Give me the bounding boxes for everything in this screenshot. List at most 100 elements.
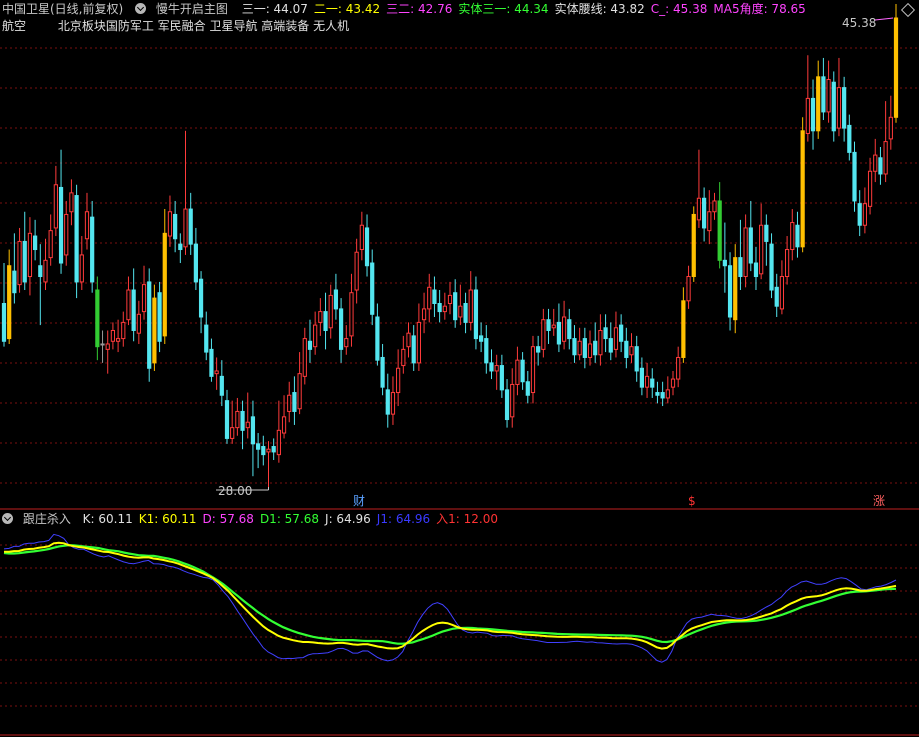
candle-body bbox=[364, 227, 370, 267]
candle-body bbox=[307, 340, 313, 350]
candle-body bbox=[779, 276, 785, 310]
candle-body bbox=[598, 329, 603, 356]
candle-body bbox=[22, 240, 27, 283]
candle-body bbox=[639, 367, 644, 388]
candle-body bbox=[847, 124, 852, 153]
candle-body bbox=[826, 79, 831, 113]
sub-indicator-value-0: K: 60.11 bbox=[82, 512, 133, 526]
candle-body bbox=[587, 343, 593, 358]
candle-body bbox=[831, 81, 836, 132]
price-high-label: 45.38 bbox=[842, 16, 877, 30]
candle-body bbox=[759, 224, 764, 275]
candle-body bbox=[406, 332, 411, 348]
candle-body bbox=[349, 292, 354, 337]
candle-body bbox=[69, 192, 74, 213]
sub-indicator-value-6: 入1: 12.00 bbox=[436, 512, 499, 526]
candle-body bbox=[302, 338, 307, 377]
candle-body bbox=[328, 294, 333, 329]
candle-body bbox=[836, 87, 842, 129]
candle-body bbox=[100, 343, 105, 346]
candle-body bbox=[722, 259, 727, 267]
candle-body bbox=[577, 340, 582, 356]
candle-body bbox=[33, 235, 38, 251]
candle-body bbox=[370, 262, 375, 315]
candle-body bbox=[53, 184, 58, 229]
candle-body bbox=[90, 216, 95, 283]
candle-body bbox=[784, 249, 790, 278]
indicator-value-3: 实体三一: 44.34 bbox=[458, 2, 549, 16]
candle-body bbox=[660, 392, 665, 399]
candle-body bbox=[167, 211, 173, 237]
candle-body bbox=[629, 346, 634, 356]
candle-body bbox=[468, 289, 473, 323]
candle-body bbox=[48, 230, 53, 259]
candle-body bbox=[743, 227, 748, 278]
candle-body bbox=[183, 208, 188, 248]
dropdown-arrow-icon[interactable] bbox=[2, 513, 13, 524]
candle-body bbox=[323, 311, 328, 331]
candle-body bbox=[893, 17, 899, 118]
candle-body bbox=[141, 284, 147, 313]
price-low-label: 28.00 bbox=[218, 484, 253, 498]
candle-body bbox=[458, 305, 463, 318]
dollar-marker[interactable]: $ bbox=[688, 494, 696, 509]
candle-body bbox=[136, 313, 141, 334]
concept-tags: 北京板块国防军工 军民融合 卫星导航 高端装备 无人机 bbox=[57, 19, 350, 33]
candle-body bbox=[790, 222, 795, 251]
candle-body bbox=[842, 87, 847, 129]
candle-body bbox=[551, 324, 556, 329]
candle-body bbox=[188, 208, 193, 245]
candle-body bbox=[546, 319, 551, 331]
candle-body bbox=[390, 392, 396, 415]
candle-body bbox=[271, 446, 276, 453]
candle-body bbox=[17, 240, 22, 286]
candle-body bbox=[681, 300, 686, 358]
candle-body bbox=[292, 392, 297, 412]
candle-body bbox=[619, 324, 624, 342]
candle-body bbox=[691, 213, 696, 278]
candle-body bbox=[437, 303, 442, 313]
candle-body bbox=[567, 319, 572, 340]
dropdown-arrow-icon[interactable] bbox=[135, 3, 147, 14]
candle-body bbox=[473, 289, 479, 340]
candle-body bbox=[624, 340, 629, 358]
sub-indicator-value-5: J1: 64.96 bbox=[376, 512, 431, 526]
candle-body bbox=[484, 338, 489, 364]
candle-body bbox=[281, 416, 287, 434]
candle-body bbox=[816, 76, 821, 132]
finance-marker[interactable]: 财 bbox=[353, 494, 365, 509]
candle-body bbox=[676, 356, 681, 380]
rise-marker[interactable]: 涨 bbox=[873, 494, 885, 509]
sub-indicator-values: K: 60.11 K1: 60.11 D: 57.68 D1: 57.68 J: 64.… bbox=[83, 512, 504, 526]
indicator-value-1: 二一: 43.42 bbox=[313, 2, 381, 16]
candle-body bbox=[867, 170, 873, 207]
candle-body bbox=[79, 254, 84, 283]
k-line bbox=[3, 541, 897, 650]
candle-body bbox=[74, 195, 79, 283]
candle-body bbox=[152, 297, 157, 364]
candle-body bbox=[504, 389, 510, 421]
candle-body bbox=[489, 362, 494, 372]
candle-body bbox=[525, 381, 530, 396]
candle-body bbox=[157, 292, 162, 342]
candle-body bbox=[375, 316, 380, 361]
candle-body bbox=[593, 340, 598, 356]
candle-body bbox=[110, 329, 116, 342]
template-name[interactable]: 慢牛开启主图 bbox=[156, 2, 228, 16]
stock-title: 中国卫星(日线,前复权) bbox=[2, 2, 124, 16]
candle-body bbox=[634, 346, 639, 372]
sub-indicator-value-4: J: 64.96 bbox=[325, 512, 371, 526]
candle-body bbox=[115, 338, 121, 342]
candle-body bbox=[385, 389, 390, 415]
candle-body bbox=[541, 319, 546, 350]
candle-body bbox=[416, 321, 421, 364]
candle-body bbox=[276, 429, 281, 456]
candle-body bbox=[338, 308, 344, 350]
candle-body bbox=[219, 375, 224, 396]
candle-body bbox=[344, 338, 349, 348]
candle-body bbox=[333, 289, 339, 310]
candle-body bbox=[582, 338, 587, 358]
sub-indicator-name[interactable]: 跟庄杀入 bbox=[23, 512, 71, 526]
candle-body bbox=[421, 308, 427, 321]
sub-indicator-value-1: K1: 60.11 bbox=[138, 512, 197, 526]
